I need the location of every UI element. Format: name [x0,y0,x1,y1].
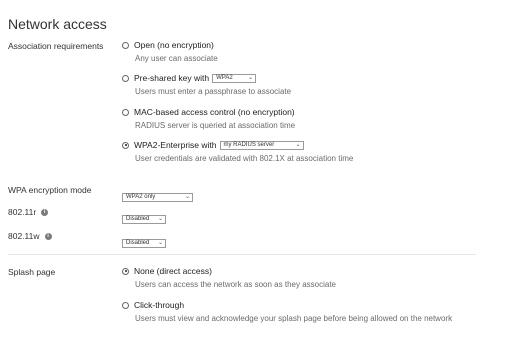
association-option-wpa2-enterprise[interactable]: WPA2-Enterprise with my RADIUS server ⌄ … [122,139,353,163]
80211w-value: Disabled [126,240,150,246]
info-icon[interactable]: i [41,209,49,217]
option-psk-desc: Users must enter a passphrase to associa… [135,87,292,96]
chevron-down-icon: ⌄ [157,240,163,246]
option-mac-label: MAC-based access control (no encryption) [134,107,295,117]
association-requirements-label: Association requirements [8,41,104,51]
splash-none-label: None (direct access) [134,266,212,276]
chevron-down-icon: ⌄ [184,194,190,200]
radius-server-select[interactable]: my RADIUS server ⌄ [219,140,304,150]
association-option-open[interactable]: Open (no encryption) Any user can associ… [122,39,218,63]
psk-mode-value: WPA2 [216,75,233,81]
option-psk-label: Pre-shared key with [134,73,210,83]
option-open-desc: Any user can associate [135,54,218,63]
80211w-select[interactable]: Disabled ⌄ [122,238,166,248]
option-mac-desc: RADIUS server is queried at association … [135,121,296,130]
splash-option-click-through[interactable]: Click-through Users must view and acknow… [122,299,452,323]
option-wpa2-enterprise-label: WPA2-Enterprise with [134,140,217,150]
association-option-mac[interactable]: MAC-based access control (no encryption)… [122,106,295,130]
80211r-label-row: 802.11r i [8,207,49,217]
80211w-label-row: 802.11w i [8,231,52,241]
section-title: Network access [8,16,107,32]
association-option-psk[interactable]: Pre-shared key with WPA2 ⌄ Users must en… [122,72,291,96]
chevron-down-icon: ⌄ [157,216,163,222]
radio-wpa2-enterprise[interactable] [122,141,129,149]
wpa-encryption-mode-select[interactable]: WPA2 only ⌄ [122,192,193,202]
radio-mac[interactable] [122,108,129,116]
splash-none-desc: Users can access the network as soon as … [135,280,336,289]
80211r-value: Disabled [126,216,150,222]
psk-mode-select[interactable]: WPA2 ⌄ [212,73,257,83]
80211r-label: 802.11r [8,207,37,217]
splash-click-through-desc: Users must view and acknowledge your spl… [135,314,453,323]
wpa-encryption-mode-label: WPA encryption mode [8,185,92,195]
splash-click-through-label: Click-through [134,300,185,310]
option-wpa2-enterprise-desc: User credentials are validated with 802.… [135,154,354,163]
radius-server-value: my RADIUS server [223,142,275,148]
chevron-down-icon: ⌄ [248,75,254,81]
info-icon[interactable]: i [44,233,52,241]
chevron-down-icon: ⌄ [295,142,301,148]
section-divider [8,254,476,255]
radio-splash-none[interactable] [122,267,129,275]
option-open-label: Open (no encryption) [134,40,214,50]
80211w-label: 802.11w [8,231,40,241]
80211r-select[interactable]: Disabled ⌄ [122,214,166,224]
splash-option-none[interactable]: None (direct access) Users can access th… [122,265,336,289]
radio-psk[interactable] [122,74,129,82]
radio-open[interactable] [122,41,129,49]
wpa-encryption-mode-value: WPA2 only [126,194,156,200]
splash-page-label: Splash page [8,267,56,277]
radio-splash-click-through[interactable] [122,301,129,309]
